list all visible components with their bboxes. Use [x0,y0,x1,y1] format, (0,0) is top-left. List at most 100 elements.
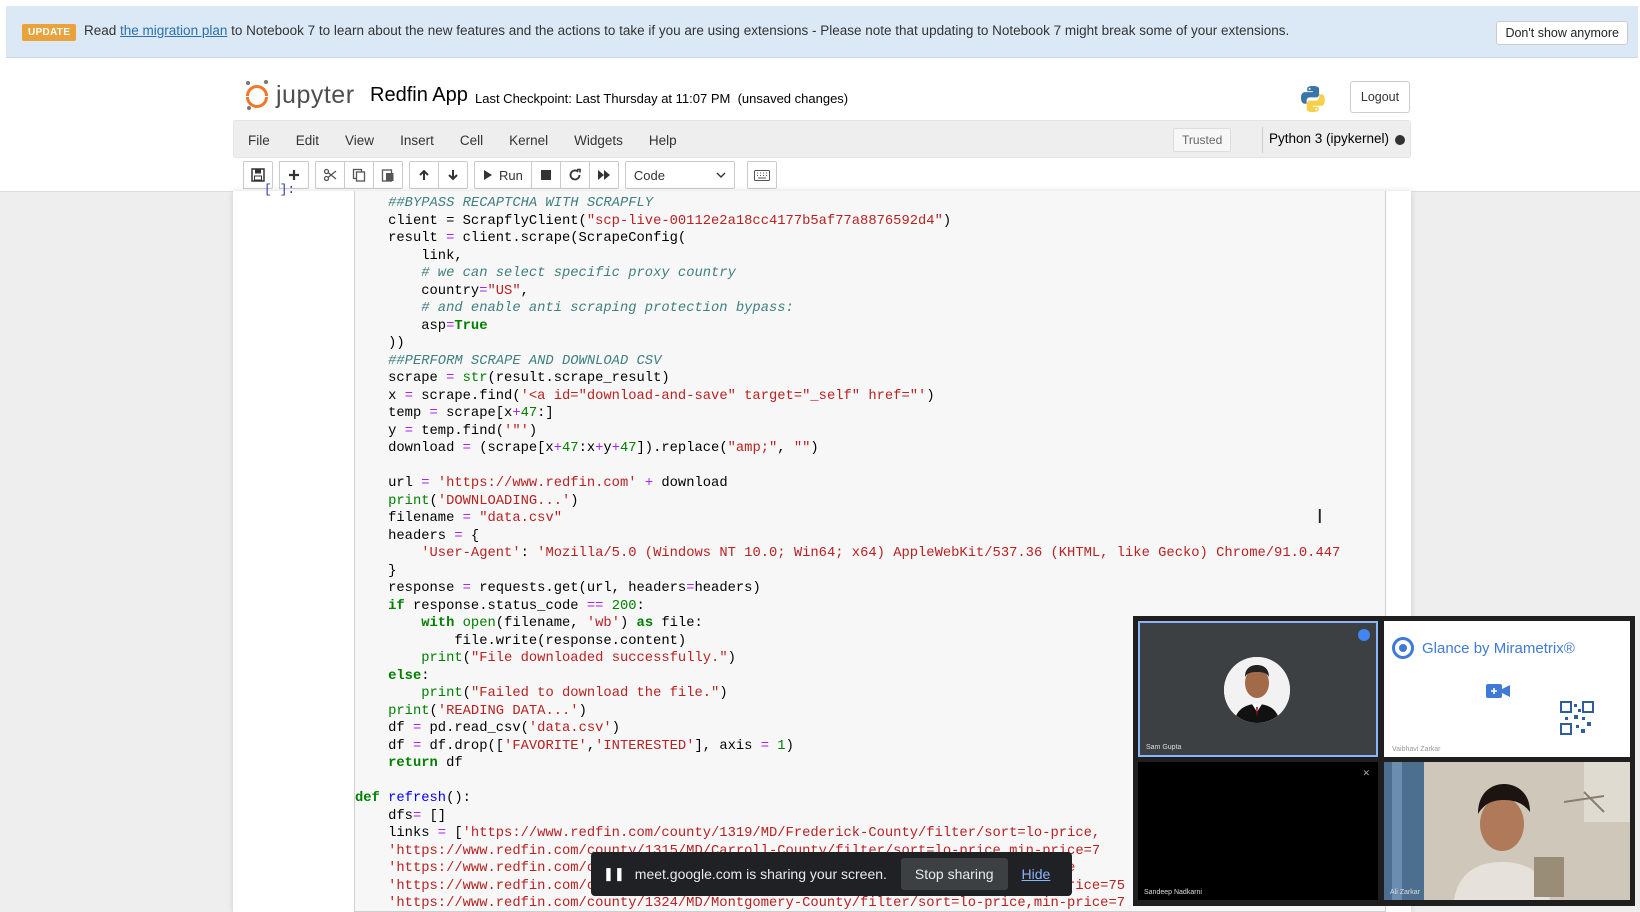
code-line[interactable]: result = client.scrape(ScrapeConfig( [355,230,1385,248]
participant-tile-2[interactable]: Glance by Mirametrix® Vaibhavi Zarkar [1384,621,1630,757]
paste-icon [381,169,394,182]
chevron-down-icon [716,172,726,178]
code-line[interactable]: print('DOWNLOADING...') [355,493,1385,511]
participant-name-1: Sam Gupta [1146,744,1182,751]
participant-avatar [1224,657,1290,723]
trusted-indicator[interactable]: Trusted [1173,128,1232,152]
participant-name-4: Ali Zarkar [1390,889,1420,896]
participant-tile-3[interactable]: ✕ Sandeep Nadkarni [1138,762,1378,900]
kernel-busy-indicator [1395,135,1405,145]
copy-icon [352,168,366,182]
move-down-button[interactable] [438,161,468,189]
code-line[interactable]: asp=True [355,318,1385,336]
participant-tile-1[interactable]: Sam Gupta [1138,621,1378,757]
video-call-panel: Sam Gupta Glance by Mirametrix® Vaibhavi… [1133,616,1635,906]
command-palette-button[interactable] [746,161,777,189]
cell-type-select[interactable]: Code [624,161,735,189]
python-logo-icon [1301,86,1325,112]
migration-plan-link[interactable]: the migration plan [120,23,227,38]
kernel-name[interactable]: Python 3 (ipykernel) [1269,131,1389,146]
glance-logo-icon [1392,637,1414,659]
cell-type-value: Code [633,167,665,183]
stop-sharing-button[interactable]: Stop sharing [900,858,1008,890]
plus-icon [289,170,299,180]
arrow-down-icon [448,170,458,181]
update-badge: UPDATE [22,24,77,41]
code-line[interactable] [355,458,1385,476]
banner-text-before: Read [84,23,121,38]
notebook-name[interactable]: Redfin App [370,84,468,107]
code-line[interactable]: ##BYPASS RECAPTCHA WITH SCRAPFLY [355,195,1385,213]
restart-run-all-button[interactable] [588,161,619,189]
text-cursor-icon: I [1317,506,1323,528]
code-line[interactable]: scrape = str(result.scrape_result) [355,370,1385,388]
participant-tile-4[interactable]: Ali Zarkar [1384,762,1630,900]
copy-button[interactable] [344,161,374,189]
jupyter-logo-icon [244,80,270,110]
code-line[interactable]: filename = "data.csv" [355,510,1385,528]
code-line[interactable]: temp = scrape[x+47:] [355,405,1385,423]
mic-off-icon: ✕ [1362,768,1370,778]
code-line[interactable]: x = scrape.find('<a id="download-and-sav… [355,388,1385,406]
jupyter-logo[interactable]: jupyter [244,80,355,110]
participant-name-3: Sandeep Nadkarni [1144,889,1202,896]
avatar-image [1224,657,1290,723]
code-line[interactable]: ##PERFORM SCRAPE AND DOWNLOAD CSV [355,353,1385,371]
banner-message: Read the migration plan to Notebook 7 to… [84,23,1289,38]
code-line[interactable]: 'User-Agent': 'Mozilla/5.0 (Windows NT 1… [355,545,1385,563]
qr-code-icon [1560,701,1594,735]
code-line[interactable]: download = (scrape[x+47:x+y+47]).replace… [355,440,1385,458]
paste-button[interactable] [373,161,403,189]
logout-button[interactable]: Logout [1350,81,1410,113]
move-up-button[interactable] [409,161,439,189]
code-line[interactable]: y = temp.find('"') [355,423,1385,441]
run-label: Run [499,167,523,183]
checkpoint-text: Last Checkpoint: Last Thursday at 11:07 … [475,91,731,106]
code-line[interactable]: response = requests.get(url, headers=hea… [355,580,1385,598]
video-camera-icon [1486,684,1510,698]
menu-cell[interactable]: Cell [460,133,483,148]
menu-insert[interactable]: Insert [400,133,434,148]
pin-icon[interactable] [1358,629,1370,641]
update-banner: UPDATE Read the migration plan to Notebo… [6,6,1638,58]
dont-show-anymore-button[interactable]: Don't show anymore [1496,21,1628,45]
sharing-message: meet.google.com is sharing your screen. [634,866,887,882]
code-line[interactable]: } [355,563,1385,581]
cut-button[interactable] [315,161,345,189]
hide-sharing-bar-link[interactable]: Hide [1022,866,1051,882]
code-line[interactable]: link, [355,248,1385,266]
menu-edit[interactable]: Edit [296,133,319,148]
code-line[interactable]: headers = { [355,528,1385,546]
code-line[interactable]: # we can select specific proxy country [355,265,1385,283]
menu-items: File Edit View Insert Cell Kernel Widget… [234,121,703,159]
code-line[interactable]: # and enable anti scraping protection by… [355,300,1385,318]
stop-icon [540,170,551,180]
banner-text-after: to Notebook 7 to learn about the new fea… [227,23,1290,38]
screen-sharing-bar: ❚❚ meet.google.com is sharing your scree… [591,852,1072,896]
menu-help[interactable]: Help [649,133,677,148]
notebook-toolbar: Run Code [243,160,777,190]
menu-kernel[interactable]: Kernel [509,133,548,148]
cell-prompt: [ ]: [264,182,296,197]
kernel-separator [1262,127,1263,153]
keyboard-icon [753,169,770,181]
interrupt-button[interactable] [530,161,561,189]
restart-button[interactable] [559,161,590,189]
glance-title: Glance by Mirametrix® [1392,637,1575,659]
code-line[interactable]: if response.status_code == 200: [355,598,1385,616]
fast-forward-icon [597,170,610,180]
scissors-icon [323,168,337,182]
menu-file[interactable]: File [248,133,270,148]
run-button[interactable]: Run [474,161,532,189]
code-line[interactable]: )) [355,335,1385,353]
checkpoint-status: Last Checkpoint: Last Thursday at 11:07 … [475,91,848,106]
code-line[interactable]: client = ScrapflyClient("scp-live-00112e… [355,213,1385,231]
play-icon [484,170,492,180]
jupyter-logo-text: jupyter [276,80,355,109]
save-icon [251,168,265,182]
menu-widgets[interactable]: Widgets [574,133,623,148]
code-line[interactable]: url = 'https://www.redfin.com' + downloa… [355,475,1385,493]
menu-view[interactable]: View [345,133,374,148]
arrow-up-icon [419,169,429,180]
code-line[interactable]: country="US", [355,283,1385,301]
